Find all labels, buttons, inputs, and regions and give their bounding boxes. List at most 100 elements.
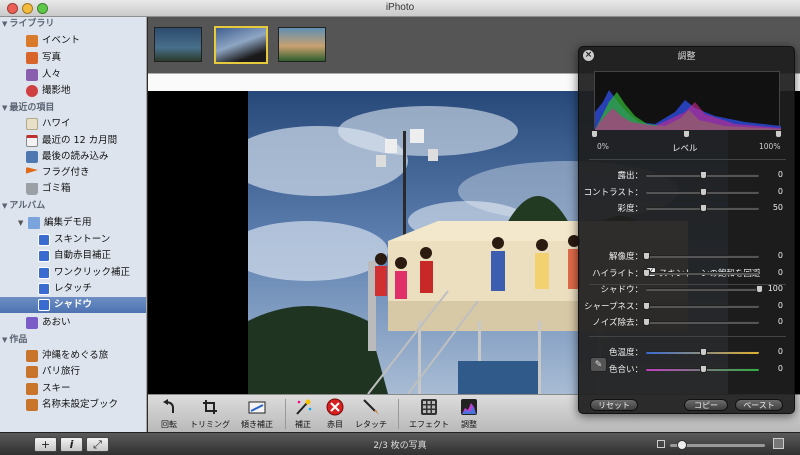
filmstrip-thumbnail[interactable]	[278, 27, 326, 62]
bottom-bar: + i ⤢ 2/3 枚の写真	[0, 432, 800, 455]
sidebar-item-label: あおい	[42, 317, 71, 328]
effects-button[interactable]: エフェクト	[406, 397, 452, 430]
book-icon	[26, 399, 38, 411]
slider-knob[interactable]	[643, 301, 650, 310]
book-icon	[26, 350, 38, 362]
paste-button[interactable]: ペースト	[735, 399, 783, 411]
slider-knob[interactable]	[643, 318, 650, 326]
slider-label: シャープネス：	[584, 301, 643, 312]
slider-value: 0	[777, 363, 783, 373]
slider-knob[interactable]	[699, 364, 707, 373]
import-icon	[26, 151, 38, 163]
sidebar-item-ski[interactable]: スキー	[0, 381, 146, 397]
recent-header[interactable]: ▼ 最近の項目	[2, 101, 54, 115]
crop-icon	[199, 397, 221, 417]
sidebar-item-faces[interactable]: 人々	[0, 67, 146, 83]
sidebar-item-aoi[interactable]: あおい	[0, 315, 146, 331]
slider-track[interactable]	[646, 321, 759, 324]
rotate-icon	[158, 397, 180, 417]
slider-label: ノイズ除去：	[592, 318, 643, 328]
library-header[interactable]: ▼ ライブラリ	[2, 17, 54, 31]
sidebar-item-label: 名称未設定ブック	[42, 399, 119, 410]
sidebar-item-untitled-book[interactable]: 名称未設定ブック	[0, 397, 146, 413]
slider-track[interactable]	[646, 304, 759, 308]
enhance-icon	[292, 397, 314, 417]
enhance-button[interactable]: 補正	[290, 397, 316, 430]
slider-value: 100	[767, 284, 783, 293]
sidebar-item-hawaii[interactable]: ハワイ	[0, 116, 146, 132]
sidebar-item-shadow[interactable]: シャドウ	[0, 297, 146, 313]
toolbar-divider	[398, 399, 399, 429]
album-icon	[38, 267, 50, 279]
straighten-button[interactable]: 傾き補正	[238, 397, 276, 430]
albums-header[interactable]: ▼ アルバム	[2, 199, 45, 213]
zoom-slider-knob[interactable]	[676, 440, 687, 450]
filmstrip-thumbnail[interactable]	[154, 27, 202, 62]
sidebar-item-photos[interactable]: 写真	[0, 50, 146, 66]
large-photo-icon	[773, 438, 784, 449]
sidebar-item-label: スキー	[42, 383, 71, 394]
sidebar-item-auto-red-eye[interactable]: 自動赤目補正	[0, 248, 146, 264]
filmstrip-thumbnail-selected[interactable]	[214, 26, 268, 64]
levels-midpoint-handle[interactable]	[683, 130, 690, 138]
source-list-sidebar: ▼ ライブラリ イベント 写真 人々 撮影地 ▼ 最近の項目 ハワイ 最近の 12 …	[0, 17, 147, 432]
sidebar-item-label: ワンクリック補正	[54, 267, 131, 278]
sidebar-item-events[interactable]: イベント	[0, 33, 146, 49]
histogram	[594, 71, 781, 130]
red-eye-button[interactable]: 赤目	[320, 397, 350, 430]
sidebar-item-label: イベント	[42, 35, 81, 46]
places-icon	[26, 85, 38, 97]
sidebar-item-edit-demo-folder[interactable]: ▼ 編集デモ用	[0, 215, 146, 231]
slider-value: 50	[772, 203, 783, 212]
adjust-panel-title: 調整	[677, 52, 696, 62]
sidebar-item-label: 人々	[42, 69, 62, 80]
rotate-label: 回転	[161, 420, 177, 429]
events-icon	[26, 35, 38, 47]
slider-knob[interactable]	[699, 204, 707, 212]
reset-button[interactable]: リセット	[590, 399, 638, 411]
slider-knob[interactable]	[643, 252, 650, 260]
sidebar-item-label: フラグ付き	[42, 167, 90, 178]
sidebar-item-paris[interactable]: パリ旅行	[0, 364, 146, 380]
slider-knob[interactable]	[699, 348, 707, 356]
slider-knob[interactable]	[699, 171, 707, 179]
slider-knob[interactable]	[699, 187, 707, 196]
rotate-button[interactable]: 回転	[154, 397, 184, 430]
straighten-label: 傾き補正	[241, 420, 273, 429]
projects-header[interactable]: ▼ 作品	[2, 333, 27, 347]
slider-track[interactable]	[646, 271, 759, 275]
adjust-button[interactable]: 調整	[454, 397, 484, 430]
enhance-label: 補正	[295, 420, 311, 429]
sidebar-item-one-click-enhance[interactable]: ワンクリック補正	[0, 265, 146, 281]
levels-white-point-handle[interactable]	[775, 130, 782, 138]
slider-knob[interactable]	[643, 268, 650, 277]
sidebar-item-skin-tone[interactable]: スキントーン	[0, 232, 146, 248]
levels-max-label: 100%	[759, 142, 781, 151]
sidebar-item-okinawa[interactable]: 沖縄をめぐる旅	[0, 348, 146, 364]
copy-button[interactable]: コピー	[684, 399, 728, 411]
sidebar-item-label: 編集デモ用	[44, 217, 92, 228]
sidebar-item-label: スキントーン	[54, 234, 111, 245]
window-title: iPhoto	[385, 2, 415, 13]
slider-track[interactable]	[646, 288, 759, 291]
slider-value: 0	[777, 186, 783, 196]
levels-black-point-handle[interactable]	[591, 130, 598, 138]
adjust-label: 調整	[461, 420, 477, 429]
sidebar-item-last-12-months[interactable]: 最近の 12 カ月間	[0, 133, 146, 149]
faces-icon	[26, 69, 38, 81]
iphoto-window: iPhoto ▼ ライブラリ イベント 写真 人々 撮影地 ▼ 最近の項目 ハワイ …	[0, 0, 800, 455]
sidebar-item-last-import[interactable]: 最後の読み込み	[0, 149, 146, 165]
retouch-label: レタッチ	[355, 420, 387, 429]
sidebar-item-flagged[interactable]: フラグ付き	[0, 165, 146, 181]
trash-icon	[26, 183, 38, 195]
folder-icon	[28, 217, 40, 229]
retouch-button[interactable]: レタッチ	[353, 397, 389, 430]
slider-label: ハイライト：	[592, 268, 643, 279]
sidebar-item-trash[interactable]: ゴミ箱	[0, 181, 146, 197]
slider-track[interactable]	[646, 255, 759, 258]
sidebar-item-places[interactable]: 撮影地	[0, 83, 146, 99]
slider-label: 露出：	[617, 171, 643, 181]
crop-button[interactable]: トリミング	[188, 397, 232, 430]
sidebar-item-retouch[interactable]: レタッチ	[0, 281, 146, 297]
disclosure-triangle-icon[interactable]: ▼	[18, 215, 23, 231]
